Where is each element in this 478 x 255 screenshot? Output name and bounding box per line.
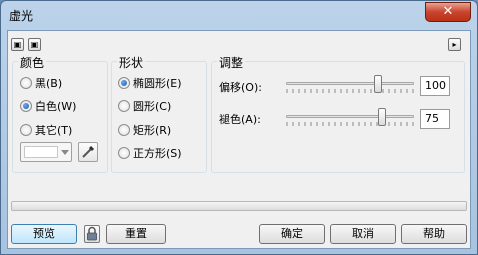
fade-slider-track xyxy=(286,115,414,118)
window-icon: ▣ xyxy=(13,40,22,49)
radio-white[interactable] xyxy=(20,100,32,112)
fade-label: 褪色(A): xyxy=(219,113,261,126)
lock-preview-button[interactable] xyxy=(84,225,100,243)
window-icon: ▣ xyxy=(30,40,39,49)
color-option-white-label: 白色(W) xyxy=(35,100,77,113)
adjust-group-legend: 调整 xyxy=(217,54,246,71)
shape-option-rectangle[interactable]: 矩形(R) xyxy=(118,122,171,138)
color-group-legend: 颜色 xyxy=(18,54,47,71)
reset-button[interactable]: 重置 xyxy=(106,224,166,244)
cancel-button[interactable]: 取消 xyxy=(330,224,396,244)
color-swatch xyxy=(24,146,58,158)
offset-slider-track xyxy=(286,82,414,85)
radio-circle[interactable] xyxy=(118,100,130,112)
radio-rectangle[interactable] xyxy=(118,124,130,136)
chevron-down-icon xyxy=(61,150,69,155)
lock-icon xyxy=(87,226,97,241)
shape-option-square-label: 正方形(S) xyxy=(133,147,182,160)
shape-group-legend: 形状 xyxy=(117,54,146,71)
eyedropper-icon xyxy=(82,145,95,158)
eyedropper-button[interactable] xyxy=(78,142,98,162)
window-title: 虚光 xyxy=(9,9,34,23)
color-option-white[interactable]: 白色(W) xyxy=(20,98,76,114)
offset-slider-ticks xyxy=(286,89,414,93)
fade-slider[interactable] xyxy=(286,108,414,128)
help-button[interactable]: 帮助 xyxy=(401,224,467,244)
preview-button[interactable]: 预览 xyxy=(11,224,77,244)
play-arrow-icon: ▸ xyxy=(452,40,457,49)
shape-option-rectangle-label: 矩形(R) xyxy=(133,124,172,137)
offset-slider[interactable] xyxy=(286,75,414,95)
color-option-other[interactable]: 其它(T) xyxy=(20,122,72,138)
title-bar[interactable]: 虚光 ✕ xyxy=(1,1,477,29)
shape-option-circle-label: 圆形(C) xyxy=(133,100,172,113)
offset-label: 偏移(O): xyxy=(219,81,262,94)
radio-ellipse[interactable] xyxy=(118,77,130,89)
fade-slider-thumb[interactable] xyxy=(378,108,386,126)
radio-black[interactable] xyxy=(20,77,32,89)
fade-input[interactable]: 75 xyxy=(420,109,450,129)
offset-input[interactable]: 100 xyxy=(420,76,450,96)
color-option-black-label: 黑(B) xyxy=(35,77,63,90)
radio-square[interactable] xyxy=(118,147,130,159)
radio-other[interactable] xyxy=(20,124,32,136)
progress-bar xyxy=(11,201,467,211)
shape-option-square[interactable]: 正方形(S) xyxy=(118,145,182,161)
shape-option-ellipse[interactable]: 椭圆形(E) xyxy=(118,75,182,91)
ok-button[interactable]: 确定 xyxy=(259,224,325,244)
color-option-other-label: 其它(T) xyxy=(35,124,73,137)
shape-option-circle[interactable]: 圆形(C) xyxy=(118,98,171,114)
color-dropdown[interactable] xyxy=(20,142,72,162)
close-button[interactable]: ✕ xyxy=(425,2,471,22)
vignette-dialog: 虚光 ✕ ▣ ▣ ▸ 颜色 黑(B) 白色(W) 其它(T) 形状 椭圆形(E)… xyxy=(0,0,478,255)
dialog-body: ▣ ▣ ▸ 颜色 黑(B) 白色(W) 其它(T) 形状 椭圆形(E) 圆形(C… xyxy=(7,30,471,249)
offset-slider-thumb[interactable] xyxy=(374,75,382,93)
expand-button[interactable]: ▸ xyxy=(448,38,461,51)
view-toggle-2-button[interactable]: ▣ xyxy=(28,38,41,51)
shape-option-ellipse-label: 椭圆形(E) xyxy=(133,77,182,90)
fade-slider-ticks xyxy=(286,122,414,126)
view-toggle-1-button[interactable]: ▣ xyxy=(11,38,24,51)
close-icon: ✕ xyxy=(442,4,454,19)
color-option-black[interactable]: 黑(B) xyxy=(20,75,62,91)
